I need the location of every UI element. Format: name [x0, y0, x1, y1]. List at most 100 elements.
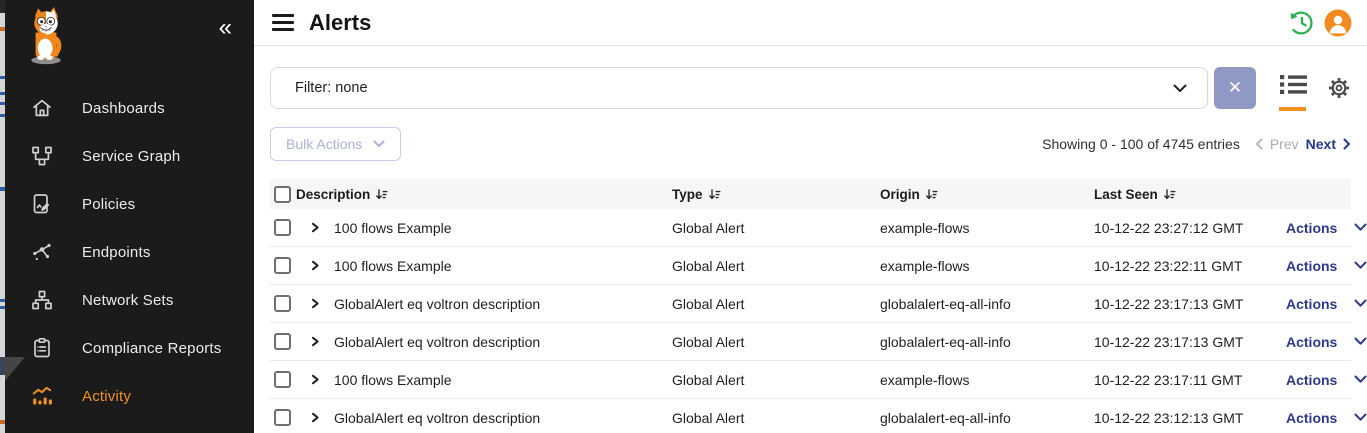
sidebar-item-partial[interactable]: [5, 420, 254, 433]
filter-value: Filter: none: [295, 80, 368, 96]
actions-menu-button[interactable]: Actions: [1286, 220, 1337, 236]
sidebar-item-label: Dashboards: [82, 100, 165, 117]
alert-type: Global Alert: [672, 296, 880, 312]
sort-icon: [708, 188, 721, 201]
table-row: 100 flows Example Global Alert example-f…: [270, 247, 1351, 285]
alert-type: Global Alert: [672, 372, 880, 388]
sidebar: « Dashboards Service Graph: [5, 0, 254, 433]
alert-description: 100 flows Example: [334, 372, 452, 388]
actions-menu-button[interactable]: Actions: [1286, 296, 1337, 312]
chevron-down-icon[interactable]: [1354, 299, 1367, 308]
actions-menu-button[interactable]: Actions: [1286, 372, 1337, 388]
sidebar-item-policies[interactable]: Policies: [5, 180, 254, 228]
main-area: Alerts: [254, 0, 1367, 433]
alert-origin: globalalert-eq-all-info: [880, 410, 1094, 426]
expand-row-icon[interactable]: [310, 222, 320, 233]
sidebar-item-label: Activity: [82, 388, 131, 405]
sidebar-item-label: Compliance Reports: [82, 340, 222, 357]
alert-description: GlobalAlert eq voltron description: [334, 296, 540, 312]
topbar: Alerts: [254, 0, 1367, 46]
sort-icon: [375, 188, 388, 201]
filter-select[interactable]: Filter: none: [270, 67, 1208, 109]
chevron-right-icon: [1343, 138, 1351, 150]
row-checkbox[interactable]: [274, 219, 291, 236]
actions-menu-button[interactable]: Actions: [1286, 258, 1337, 274]
alert-description: GlobalAlert eq voltron description: [334, 410, 540, 426]
service-graph-icon: [30, 144, 54, 168]
showing-entries-text: Showing 0 - 100 of 4745 entries: [1042, 136, 1240, 152]
alert-type: Global Alert: [672, 334, 880, 350]
column-header-type[interactable]: Type: [672, 187, 880, 202]
chevron-down-icon: [1173, 84, 1187, 93]
clear-filter-button[interactable]: ✕: [1214, 67, 1256, 109]
row-checkbox[interactable]: [274, 257, 291, 274]
sidebar-item-dashboards[interactable]: Dashboards: [5, 84, 254, 132]
row-checkbox[interactable]: [274, 295, 291, 312]
alert-last-seen: 10-12-22 23:22:11 GMT: [1094, 258, 1286, 274]
list-view-toggle[interactable]: [1280, 74, 1307, 102]
sort-icon: [1163, 188, 1176, 201]
sidebar-item-label: Policies: [82, 196, 135, 213]
chevron-left-icon: [1255, 138, 1263, 150]
alert-type: Global Alert: [672, 410, 880, 426]
sidebar-item-endpoints[interactable]: Endpoints: [5, 228, 254, 276]
filter-row: Filter: none ✕: [270, 67, 1351, 109]
expand-row-icon[interactable]: [310, 298, 320, 309]
endpoints-icon: [30, 240, 54, 264]
sort-icon: [925, 188, 938, 201]
network-sets-icon: [30, 288, 54, 312]
home-icon: [30, 96, 54, 120]
user-avatar[interactable]: [1324, 9, 1352, 37]
chevron-down-icon[interactable]: [1354, 375, 1367, 384]
sidebar-item-label: Endpoints: [82, 244, 151, 261]
sidebar-item-compliance-reports[interactable]: Compliance Reports: [5, 324, 254, 372]
chevron-down-icon[interactable]: [1354, 261, 1367, 270]
column-header-origin[interactable]: Origin: [880, 187, 1094, 202]
next-page-button[interactable]: Next: [1306, 136, 1336, 152]
pagination: Showing 0 - 100 of 4745 entries Prev Nex…: [1042, 136, 1351, 152]
gear-icon[interactable]: [1327, 76, 1351, 100]
app-window: « Dashboards Service Graph: [0, 0, 1367, 433]
table-row: GlobalAlert eq voltron description Globa…: [270, 399, 1351, 433]
sidebar-item-label: Service Graph: [82, 148, 180, 165]
bulk-actions-button[interactable]: Bulk Actions: [270, 127, 401, 161]
alert-type: Global Alert: [672, 258, 880, 274]
expand-row-icon[interactable]: [310, 260, 320, 271]
sidebar-item-service-graph[interactable]: Service Graph: [5, 132, 254, 180]
chevron-down-icon[interactable]: [1354, 337, 1367, 346]
column-label: Last Seen: [1094, 187, 1158, 202]
sidebar-nav: Dashboards Service Graph: [5, 84, 254, 433]
alert-description: 100 flows Example: [334, 258, 452, 274]
row-checkbox[interactable]: [274, 333, 291, 350]
sidebar-item-activity[interactable]: Activity: [5, 372, 254, 420]
actions-row: Bulk Actions Showing 0 - 100 of 4745 ent…: [270, 127, 1351, 161]
row-checkbox[interactable]: [274, 409, 291, 426]
alert-origin: example-flows: [880, 258, 1094, 274]
column-header-last-seen[interactable]: Last Seen: [1094, 187, 1286, 202]
alert-origin: globalalert-eq-all-info: [880, 296, 1094, 312]
sidebar-collapse-icon[interactable]: «: [219, 16, 232, 40]
alert-origin: example-flows: [880, 220, 1094, 236]
table-row: GlobalAlert eq voltron description Globa…: [270, 323, 1351, 361]
alert-description: 100 flows Example: [334, 220, 452, 236]
history-icon[interactable]: [1288, 9, 1316, 37]
column-header-description[interactable]: Description: [296, 187, 672, 202]
expand-row-icon[interactable]: [310, 336, 320, 347]
actions-menu-button[interactable]: Actions: [1286, 410, 1337, 426]
column-label: Description: [296, 187, 370, 202]
prev-page-button[interactable]: Prev: [1270, 136, 1299, 152]
chevron-down-icon[interactable]: [1354, 413, 1367, 422]
page-title: Alerts: [309, 10, 371, 36]
expand-row-icon[interactable]: [310, 374, 320, 385]
sidebar-item-network-sets[interactable]: Network Sets: [5, 276, 254, 324]
content: Filter: none ✕: [254, 46, 1367, 433]
row-checkbox[interactable]: [274, 371, 291, 388]
actions-menu-button[interactable]: Actions: [1286, 334, 1337, 350]
select-all-checkbox[interactable]: [274, 186, 291, 203]
alerts-table: Description Type Origin Last Seen: [270, 179, 1351, 433]
chevron-down-icon[interactable]: [1354, 223, 1367, 232]
sidebar-item-label: Network Sets: [82, 292, 174, 309]
expand-row-icon[interactable]: [310, 412, 320, 423]
hamburger-menu-icon[interactable]: [272, 14, 294, 31]
table-row: 100 flows Example Global Alert example-f…: [270, 209, 1351, 247]
